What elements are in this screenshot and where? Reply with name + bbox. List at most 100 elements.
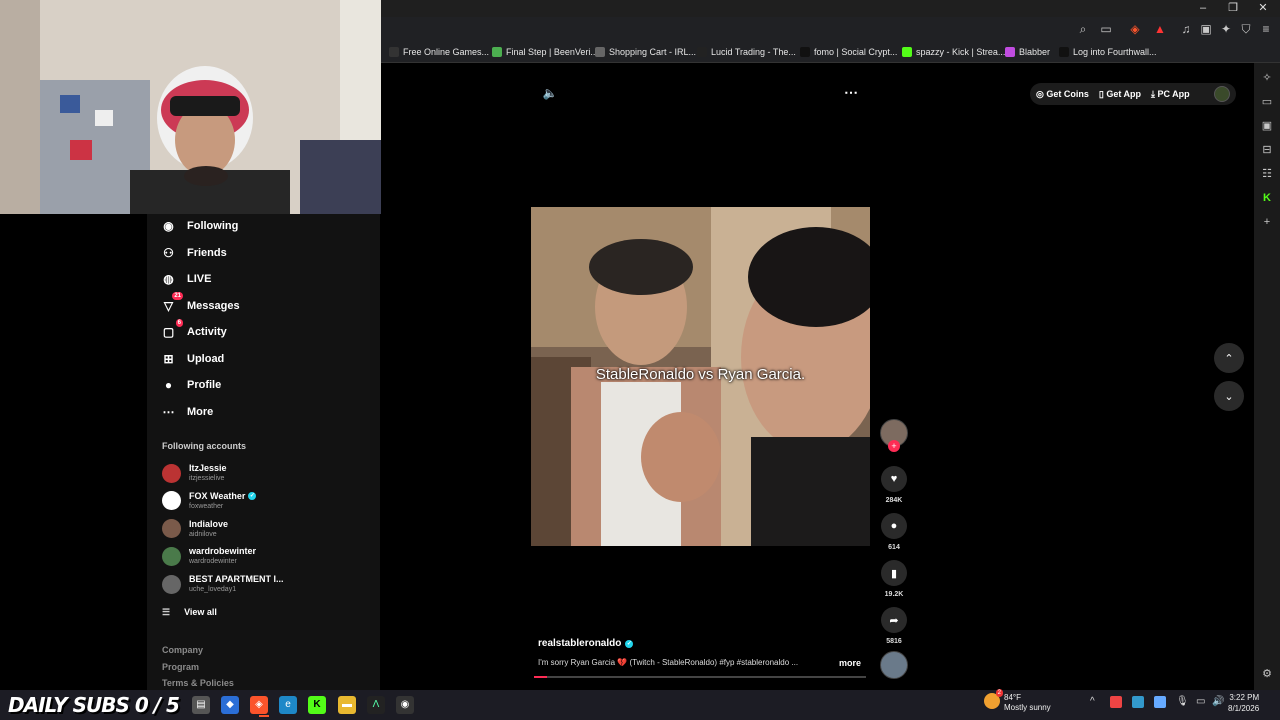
following-account[interactable]: ItzJessie itzjessielive [162,461,227,485]
bookmark-item[interactable]: Log into Fourthwall... [1059,44,1157,60]
like-action[interactable]: ♥ 284K [878,466,910,504]
ai-icon[interactable]: ✧ [1259,70,1275,86]
music-icon[interactable]: ♫ [1178,21,1194,37]
wallet-icon[interactable]: ▣ [1198,21,1214,37]
share-action[interactable]: ➦ 5816 [878,607,910,645]
sidebar-item-activity[interactable]: ▢ 6 Activity [160,318,227,343]
bookmark-item[interactable]: Final Step | BeenVeri... [492,44,598,60]
cast-icon[interactable]: ▭ [1098,21,1114,37]
get-coins-button[interactable]: ◎ Get Coins [1036,89,1089,100]
kick-panel-icon[interactable]: K [1259,190,1275,206]
close-button[interactable]: ✕ [1248,0,1278,17]
sidebar-item-friends[interactable]: ⚇ Friends [160,242,227,264]
footer-program[interactable]: Program [162,662,199,672]
following-avatar-icon: ◉ [163,219,174,233]
file-explorer-icon[interactable]: ▬ [338,696,356,714]
menu-icon[interactable]: ≡ [1258,21,1274,37]
more-button[interactable]: more [839,658,861,668]
brave-rewards-icon[interactable]: ▲ [1152,21,1168,37]
minimize-button[interactable]: – [1188,0,1218,17]
creator-avatar-button[interactable]: + [878,419,910,452]
sidebar-item-label: Profile [187,379,222,391]
sidebar-item-more[interactable]: ⋯ More [160,401,214,423]
tray-chevron-icon[interactable]: ^ [1090,696,1095,707]
media-icon[interactable]: ▭ [1259,94,1275,110]
footer-company[interactable]: Company [162,645,203,655]
search-icon[interactable]: ⌕ [1075,21,1091,37]
clock[interactable]: 3:22 PM 8/1/2026 [1228,692,1259,714]
previous-video-button[interactable]: ⌃ [1214,343,1244,373]
daily-subs-overlay: DAILY SUBS 0 / 5 [8,693,180,717]
bookmark-item[interactable]: Blabber [1005,44,1050,60]
app-icon-lambda[interactable]: Λ [367,696,385,714]
fomo-icon [800,47,810,57]
sidebar-item-following[interactable]: ◉ Following [160,215,238,237]
following-account[interactable]: Indialove aidnilove [162,517,228,541]
weather-temp: 84°F [1004,693,1021,702]
tray-app-icon-2[interactable] [1132,696,1144,708]
heart-icon[interactable]: ♥ [881,466,907,492]
bookmark-icon[interactable]: ▮ [881,560,907,586]
bookmark-item[interactable]: spazzy - Kick | Strea... [902,44,1005,60]
brave-shield-icon[interactable]: ◈ [1127,21,1143,37]
user-avatar[interactable] [1214,86,1230,102]
restore-button[interactable]: ❐ [1218,0,1248,17]
footer-terms[interactable]: Terms & Policies [162,678,234,688]
kick-taskbar-icon[interactable]: K [308,696,326,714]
comment-icon[interactable]: ● [881,513,907,539]
live-icon: ◍ [163,272,174,286]
sidebar-item-live[interactable]: ◍ LIVE [160,268,211,290]
tray-cloud-icon[interactable] [1154,696,1166,708]
vpn-shield-icon[interactable]: ⛉ [1238,21,1254,37]
video-author[interactable]: realstableronaldo ✓ [538,638,634,649]
add-panel-icon[interactable]: + [1259,214,1275,230]
bookmark-item[interactable]: Free Online Games... [389,44,489,60]
sidebar-item-upload[interactable]: ⊞ Upload [160,348,224,370]
pc-app-button[interactable]: ⤓ PC App [1151,89,1190,100]
bookmark-item[interactable]: fomo | Social Crypt... [800,44,897,60]
bookmark-item[interactable]: Lucid Trading - The... [697,44,796,60]
get-app-button[interactable]: ▯ Get App [1099,89,1141,100]
edge-icon[interactable]: e [279,696,297,714]
progress-fill [534,676,548,678]
get-coins-label: Get Coins [1046,88,1089,99]
account-name: ItzJessie [189,463,227,473]
bookmarks-panel-icon[interactable]: ⊟ [1259,142,1275,158]
comment-action[interactable]: ● 614 [878,513,910,551]
sidebar-item-profile[interactable]: ● Profile [160,374,221,396]
brave-taskbar-icon[interactable]: ◈ [250,696,268,714]
save-action[interactable]: ▮ 19.2K [878,560,910,598]
network-icon[interactable]: ▭ [1196,696,1205,707]
app-icon-blue[interactable]: ◆ [221,696,239,714]
account-name: Indialove [189,518,229,529]
save-count: 19.2K [884,591,904,598]
volume-tray-icon[interactable]: 🔊 [1212,696,1224,707]
volume-icon[interactable]: 🔈 [542,86,558,102]
wallet-panel-icon[interactable]: ▣ [1259,118,1275,134]
weather-icon[interactable]: 2 [984,689,1003,709]
progress-bar[interactable] [534,676,866,678]
task-view-icon[interactable]: ▤ [192,696,210,714]
more-options-icon[interactable]: ⋯ [843,84,859,100]
sidebar-item-label: Activity [187,326,227,338]
obs-icon[interactable]: ◉ [396,696,414,714]
view-all-link[interactable]: ☰ View all [162,606,217,618]
tray-app-icon-1[interactable] [1110,696,1122,708]
microphone-icon[interactable]: 🎙 [1176,696,1189,707]
bookmark-item[interactable]: Shopping Cart - IRL... [595,44,696,60]
share-icon[interactable]: ➦ [881,607,907,633]
sidebar-item-messages[interactable]: ▽ 21 Messages [160,292,240,317]
following-account[interactable]: FOX Weather ✓ foxweather [162,489,257,513]
ai-sparkle-icon[interactable]: ✦ [1218,21,1234,37]
sidebar-item-label: More [187,405,214,418]
weather-widget[interactable]: 84°F Mostly sunny [1004,693,1051,713]
reading-list-icon[interactable]: ☷ [1259,166,1275,182]
following-account[interactable]: BEST APARTMENT I... uche_loveday1 [162,572,284,596]
sound-disc[interactable] [880,651,908,679]
settings-icon[interactable]: ⚙ [1259,666,1275,682]
follow-plus-icon[interactable]: + [888,440,900,452]
next-video-button[interactable]: ⌄ [1214,381,1244,411]
sidebar-item-label: Messages [187,299,240,312]
following-account[interactable]: wardrobewinter wardrodewinter [162,544,256,568]
video-overlay-text: StableRonaldo vs Ryan Garcia. [595,366,806,383]
